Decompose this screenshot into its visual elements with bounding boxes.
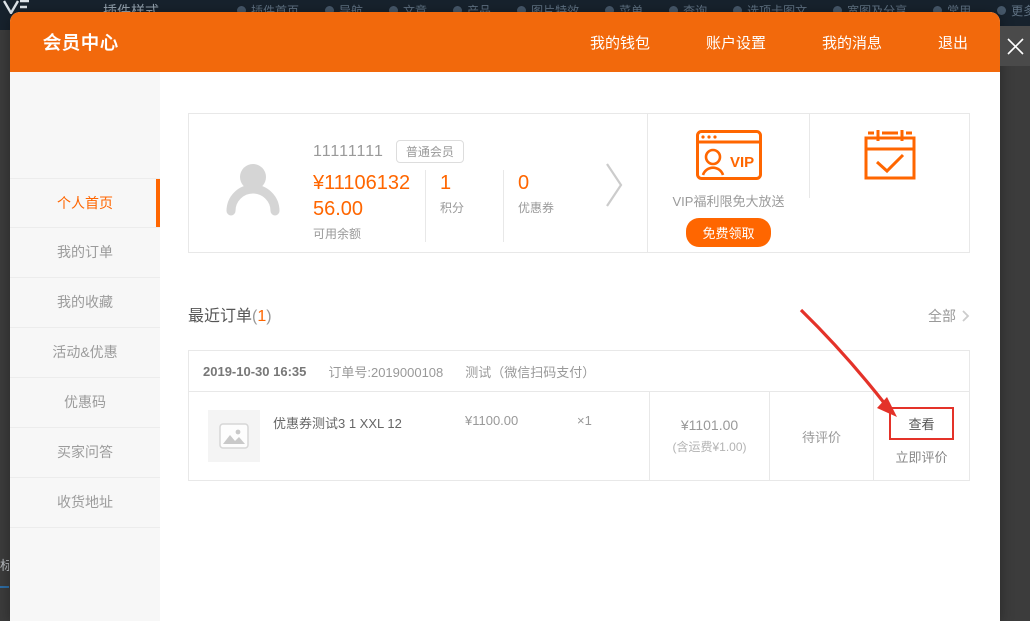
modal-body: 个人首页 我的订单 我的收藏 活动&优惠 优惠码 买家问答 收货地址: [10, 72, 1000, 621]
summary-cards: 11111111 普通会员 ¥1110613256.00 可用余额 1 积分: [188, 113, 970, 253]
sidebar-item-my-orders[interactable]: 我的订单: [10, 228, 160, 278]
view-all-label: 全部: [928, 306, 956, 326]
image-placeholder-icon: [219, 423, 249, 449]
product-thumbnail: [208, 410, 260, 462]
member-center-modal: 会员中心 我的钱包 账户设置 我的消息 退出 个人首页 我的订单 我的收藏 活动…: [10, 12, 1000, 621]
page-title: 会员中心: [43, 29, 119, 55]
close-icon: [1006, 37, 1025, 56]
order-datetime: 2019-10-30 16:35: [203, 364, 306, 379]
product-quantity: ×1: [577, 392, 649, 428]
page-background: 插件样式 插件首页 导航 文章 产品 图片特效 菜单 查询 选项卡图文 宽图及分…: [0, 0, 1030, 621]
order-header-row: 2019-10-30 16:35 订单号:2019000108 测试（微信扫码支…: [189, 351, 969, 392]
vip-promo-card: VIP VIP福利限免大放送 免费领取: [648, 114, 809, 252]
sidebar-item-personal-home[interactable]: 个人首页: [10, 178, 160, 228]
coupons-label: 优惠券: [518, 199, 581, 216]
username: 11111111: [313, 143, 384, 161]
product-cell: 优惠券测试3 1 XXL 12 ¥1100.00 ×1: [189, 392, 649, 480]
main-content: 11111111 普通会员 ¥1110613256.00 可用余额 1 积分: [160, 72, 1000, 621]
order-card: 2019-10-30 16:35 订单号:2019000108 测试（微信扫码支…: [188, 350, 970, 481]
vip-icon: VIP: [696, 130, 762, 180]
sidebar: 个人首页 我的订单 我的收藏 活动&优惠 优惠码 买家问答 收货地址: [10, 72, 160, 621]
order-status: 待评价: [802, 427, 841, 446]
order-total: ¥1101.00: [681, 417, 738, 433]
profile-card: 11111111 普通会员 ¥1110613256.00 可用余额 1 积分: [189, 114, 647, 252]
review-now-link[interactable]: 立即评价: [895, 447, 947, 466]
order-number: 订单号:2019000108: [328, 362, 443, 381]
profile-top-row: 11111111 普通会员: [313, 140, 464, 163]
points-value: 1: [440, 170, 489, 196]
balance-value: ¥1110613256.00: [313, 170, 411, 222]
background-nav-item: 更多: [997, 2, 1030, 19]
free-claim-button[interactable]: 免费领取: [686, 218, 770, 247]
recent-orders-header: 最近订单(1) 全部: [188, 302, 970, 326]
product-unit-price: ¥1100.00: [465, 392, 577, 428]
header-nav: 我的钱包 账户设置 我的消息 退出: [590, 32, 968, 53]
calendar-check-icon[interactable]: [861, 128, 919, 184]
stat-points: 1 积分: [425, 170, 503, 242]
product-name[interactable]: 优惠券测试3 1 XXL 12: [273, 392, 465, 432]
coupons-value: 0: [518, 170, 581, 196]
close-button[interactable]: [1000, 26, 1030, 66]
count-close-paren: ): [266, 308, 271, 325]
sidebar-item-my-favorites[interactable]: 我的收藏: [10, 278, 160, 328]
avatar: [225, 160, 281, 216]
nav-logout[interactable]: 退出: [938, 32, 968, 53]
shipping-note: (含运费¥1.00): [672, 438, 746, 455]
profile-stats: ¥1110613256.00 可用余额 1 积分 0 优惠券: [313, 170, 595, 242]
order-note: 测试（微信扫码支付）: [465, 362, 595, 381]
stat-coupons: 0 优惠券: [503, 170, 595, 242]
points-label: 积分: [440, 199, 489, 216]
sidebar-item-buyer-qa[interactable]: 买家问答: [10, 428, 160, 478]
nav-my-wallet[interactable]: 我的钱包: [590, 32, 650, 53]
recent-orders-title: 最近订单(1): [188, 302, 272, 326]
order-action-cell: 查看 立即评价: [873, 392, 969, 480]
sidebar-item-activities-deals[interactable]: 活动&优惠: [10, 328, 160, 378]
member-level-badge: 普通会员: [396, 140, 464, 163]
modal-header: 会员中心 我的钱包 账户设置 我的消息 退出: [10, 12, 1000, 72]
sidebar-item-shipping-address[interactable]: 收货地址: [10, 478, 160, 528]
view-order-button[interactable]: 查看: [889, 407, 953, 440]
recent-orders-label: 最近订单: [188, 308, 252, 325]
recent-orders-count: 1: [257, 308, 266, 325]
order-item-row: 优惠券测试3 1 XXL 12 ¥1100.00 ×1 ¥1101.00 (含运…: [189, 392, 969, 480]
stat-balance: ¥1110613256.00 可用余额: [313, 170, 425, 242]
order-status-cell: 待评价: [769, 392, 873, 480]
vip-caption: VIP福利限免大放送: [673, 191, 785, 210]
checkin-card: [810, 114, 969, 252]
balance-label: 可用余额: [313, 225, 411, 242]
background-edge-line: [0, 586, 9, 588]
svg-text:VIP: VIP: [730, 154, 754, 171]
chevron-right-icon: [961, 309, 970, 323]
background-edge-text: 标: [0, 555, 9, 574]
profile-chevron-right-icon[interactable]: [603, 156, 625, 219]
view-all-link[interactable]: 全部: [928, 306, 970, 326]
order-total-cell: ¥1101.00 (含运费¥1.00): [649, 392, 769, 480]
nav-account-settings[interactable]: 账户设置: [706, 32, 766, 53]
sidebar-item-coupon-code[interactable]: 优惠码: [10, 378, 160, 428]
nav-my-messages[interactable]: 我的消息: [822, 32, 882, 53]
